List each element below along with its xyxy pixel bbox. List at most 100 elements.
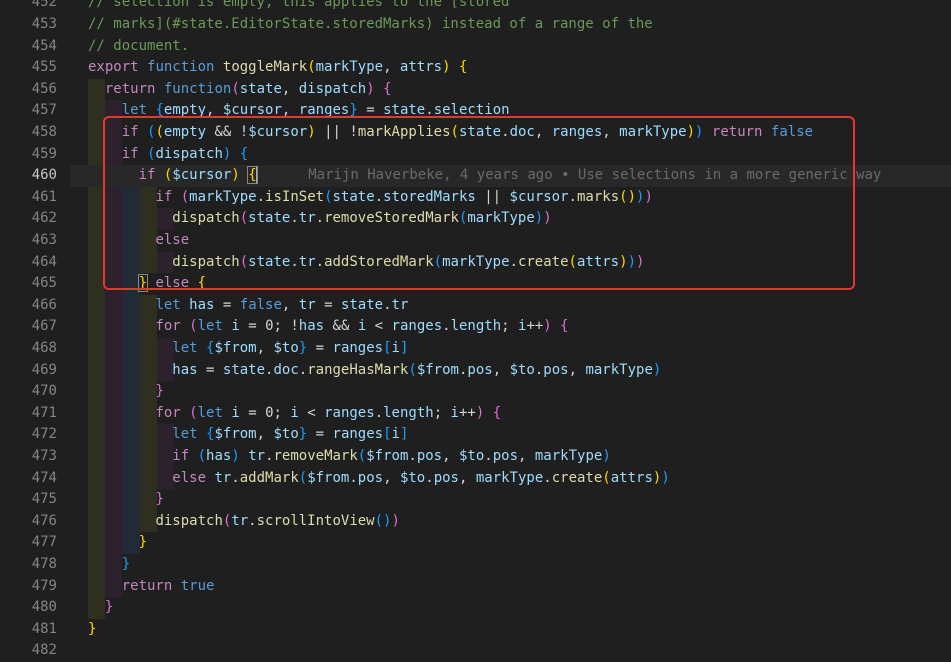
code-token: ,	[281, 80, 299, 97]
code-token: $from	[366, 448, 409, 464]
code-token: )	[652, 361, 662, 378]
code-token: tr	[214, 469, 232, 486]
code-token: =	[307, 426, 333, 443]
code-line[interactable]: }	[88, 532, 147, 554]
code-line[interactable]: dispatch(tr.scrollIntoView())	[88, 511, 400, 533]
code-token: addMark	[239, 469, 299, 486]
code-line[interactable]: }	[88, 619, 96, 641]
code-token: ,	[442, 448, 459, 464]
code-token: else	[172, 469, 207, 486]
code-token: .	[408, 448, 417, 464]
code-token: i	[290, 404, 299, 421]
code-line[interactable]: let has = false, tr = state.tr	[88, 295, 408, 317]
code-token: = 0;	[239, 404, 291, 421]
code-token: }	[298, 340, 308, 356]
code-token: i	[391, 340, 400, 356]
code-token: .	[543, 469, 552, 486]
code-token: ranges	[332, 426, 384, 443]
code-token: {	[560, 318, 569, 335]
code-token: tr	[231, 512, 249, 529]
code-line[interactable]: export function toggleMark(markType, att…	[88, 57, 467, 79]
code-line[interactable]: // selection is empty, this applies to t…	[88, 0, 509, 14]
code-token: (	[298, 469, 308, 486]
code-token: dispatch	[298, 80, 367, 97]
code-token: )	[366, 80, 375, 97]
code-token: i	[231, 318, 240, 335]
code-line[interactable]: }	[88, 554, 130, 576]
code-token: ;	[433, 404, 451, 421]
code-token: i	[231, 404, 240, 421]
code-token: rangeHasMark	[307, 361, 409, 378]
code-token: &&	[324, 318, 358, 335]
code-token: {	[458, 59, 468, 76]
code-token: (	[231, 80, 240, 97]
line-number: 460	[31, 167, 57, 184]
code-token: }	[104, 599, 114, 616]
code-token: function	[147, 59, 215, 76]
code-line[interactable]: return function(state, dispatch) {	[88, 79, 392, 101]
code-line[interactable]: // document.	[88, 36, 189, 58]
code-token: .	[442, 318, 451, 335]
code-line[interactable]: let {$from, $to} = ranges[i]	[88, 338, 408, 360]
code-line[interactable]: if (has) tr.removeMark($from.pos, $to.po…	[88, 446, 610, 468]
code-token: pos	[416, 448, 443, 464]
code-line[interactable]: for (let i = 0; !has && i < ranges.lengt…	[88, 316, 569, 338]
code-line[interactable]: for (let i = 0; i < ranges.length; i++) …	[88, 403, 501, 425]
line-number: 452	[31, 0, 57, 11]
code-token: )	[661, 469, 670, 486]
code-token: return	[104, 80, 156, 97]
code-token: )	[391, 512, 400, 529]
code-token: has	[298, 318, 325, 335]
code-token: .	[374, 404, 384, 421]
code-line[interactable]: // marks](#state.EditorState.storedMarks…	[88, 14, 653, 36]
code-token: false	[239, 296, 282, 313]
code-token: ,	[458, 469, 476, 486]
code-line[interactable]: return true	[88, 576, 215, 598]
code-token: ranges	[391, 318, 443, 335]
code-token: .	[298, 361, 308, 378]
code-token: {	[492, 404, 502, 421]
code-token: (	[307, 59, 316, 76]
code-line[interactable]: }	[88, 597, 113, 619]
code-token: )	[543, 318, 552, 335]
line-number: 458	[31, 124, 57, 140]
line-number: 453	[31, 16, 57, 32]
code-line[interactable]: else tr.addMark($from.pos, $to.pos, mark…	[88, 468, 670, 490]
code-token: pos	[357, 469, 384, 486]
code-token: (	[357, 448, 367, 464]
code-token: ++	[526, 318, 544, 335]
code-token: // selection is empty, this applies to t…	[88, 0, 510, 11]
code-token: =	[307, 340, 333, 356]
code-line[interactable]: }	[88, 381, 163, 403]
line-number: 462	[31, 210, 57, 227]
code-token: // document.	[88, 37, 190, 54]
code-token: state	[340, 296, 384, 313]
code-token: $from	[214, 426, 257, 443]
code-line[interactable]: }	[88, 489, 163, 511]
code-editor[interactable]: 452 453 454 455 456 457 458 459 460 461 462 463 464 4…	[0, 0, 951, 658]
code-token: doc	[273, 361, 299, 378]
code-token: create	[551, 469, 603, 486]
code-token: $to	[273, 340, 299, 356]
code-line[interactable]: has = state.doc.rangeHasMark($from.pos, …	[88, 360, 661, 382]
code-line[interactable]: let {$from, $to} = ranges[i]	[88, 424, 408, 446]
code-token: pos	[543, 361, 569, 378]
code-token: <	[298, 404, 325, 421]
line-number: 457	[31, 102, 57, 119]
line-number: 477	[31, 534, 57, 551]
code-token: $to	[458, 448, 485, 464]
line-number: 471	[31, 404, 57, 421]
code-token: attrs	[610, 469, 653, 486]
